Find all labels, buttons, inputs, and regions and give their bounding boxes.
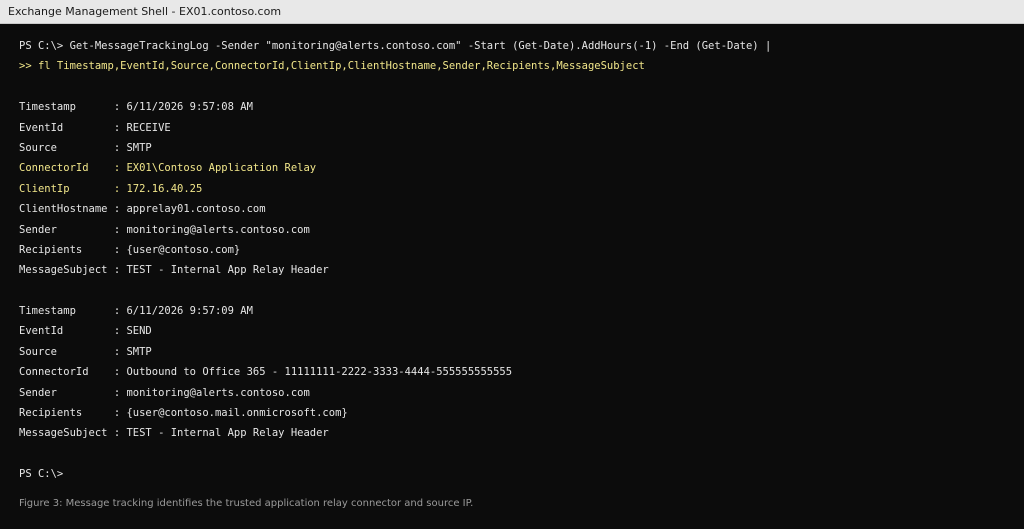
window-titlebar[interactable]: Exchange Management Shell - EX01.contoso… [0,0,1024,24]
field-event-id: EventId : SEND [19,325,152,338]
field-recipients: Recipients : {user@contoso.mail.onmicros… [19,407,348,420]
field-sender: Sender : monitoring@alerts.contoso.com [19,223,310,236]
field-source: Source : SMTP [19,345,152,358]
field-connector-id: ConnectorId : Outbound to Office 365 - 1… [19,366,513,379]
field-client-ip: ClientIp : 172.16.40.25 [19,182,203,195]
command-continuation-line: >> fl Timestamp,EventId,Source,Connector… [19,60,645,73]
field-source: Source : SMTP [19,141,152,154]
tracking-record-receive: Timestamp : 6/11/2026 9:57:08 AM EventId… [19,97,1014,281]
field-message-subject: MessageSubject : TEST - Internal App Rel… [19,264,329,277]
window-title: Exchange Management Shell - EX01.contoso… [8,5,282,18]
command-line: PS C:\> Get-MessageTrackingLog -Sender "… [19,40,772,52]
field-sender: Sender : monitoring@alerts.contoso.com [19,386,310,399]
console-output[interactable]: PS C:\> Get-MessageTrackingLog -Sender "… [19,36,1014,485]
field-event-id: EventId : RECEIVE [19,121,171,134]
field-message-subject: MessageSubject : TEST - Internal App Rel… [19,427,329,440]
powershell-window: Exchange Management Shell - EX01.contoso… [0,0,1024,529]
field-timestamp: Timestamp : 6/11/2026 9:57:09 AM [19,305,253,318]
field-client-hostname: ClientHostname : apprelay01.contoso.com [19,203,266,216]
field-connector-id: ConnectorId : EX01\Contoso Application R… [19,162,317,175]
tracking-record-send: Timestamp : 6/11/2026 9:57:09 AM EventId… [19,301,1014,444]
field-timestamp: Timestamp : 6/11/2026 9:57:08 AM [19,101,253,114]
field-recipients: Recipients : {user@contoso.com} [19,243,241,256]
figure-caption: Figure 3: Message tracking identifies th… [19,498,474,509]
shell-prompt[interactable]: PS C:\> [19,464,1014,484]
